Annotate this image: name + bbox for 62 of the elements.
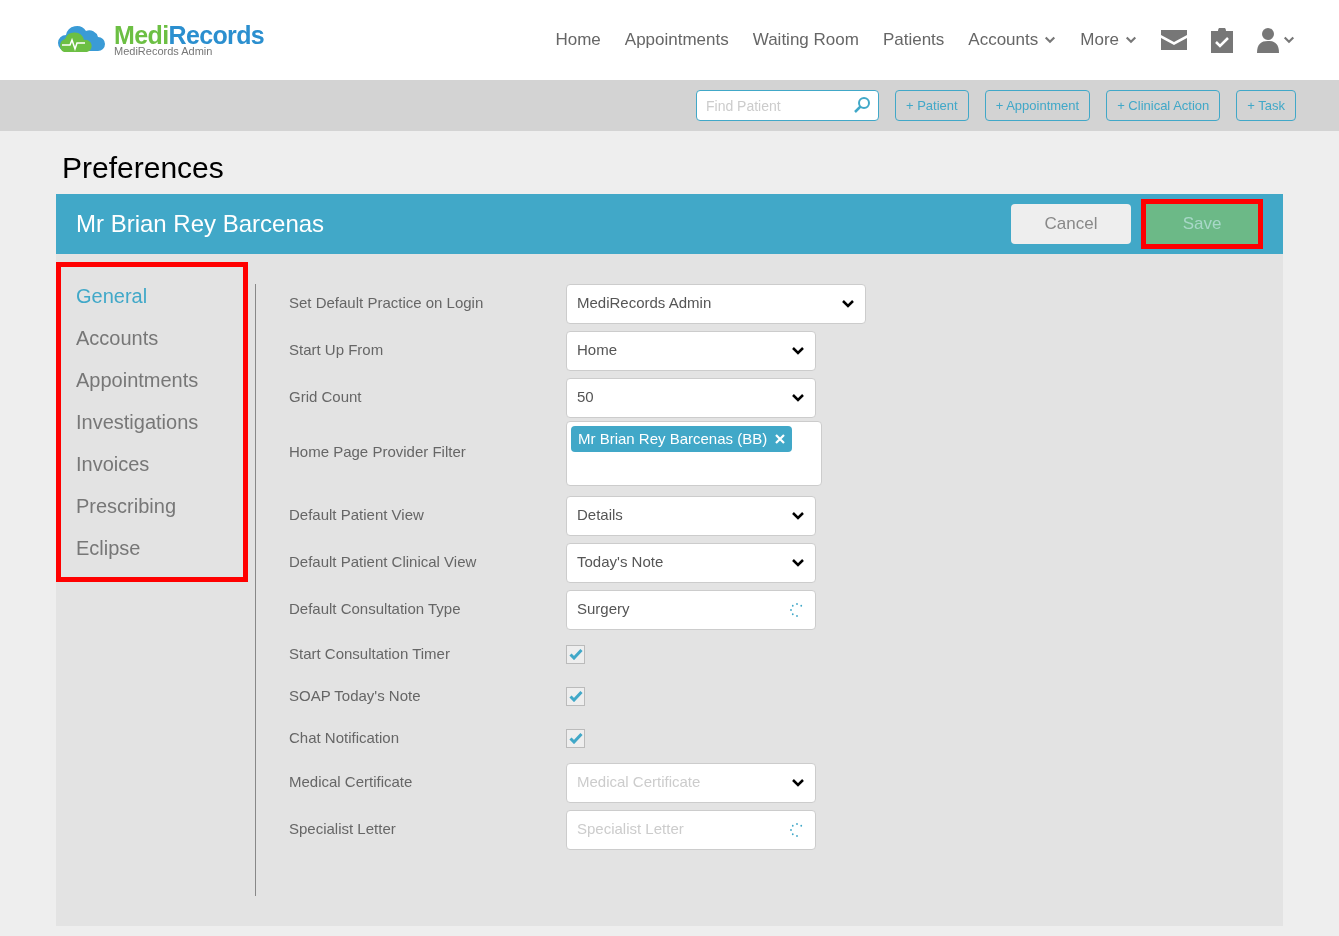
setting-label: Default Patient View	[289, 505, 425, 526]
nav-link[interactable]: Appointments	[624, 27, 729, 53]
setting-label: Grid Count	[289, 387, 363, 408]
cancel-button[interactable]: Cancel	[1011, 204, 1131, 244]
nav-link[interactable]: Accounts	[968, 27, 1057, 53]
tag-input-field[interactable]: Mr Brian Rey Barcenas (BB)	[566, 421, 822, 486]
setting-label: Medical Certificate	[289, 772, 414, 793]
select-field[interactable]: Home	[566, 330, 816, 371]
setting-label: Chat Notification	[289, 727, 401, 748]
sidebar-tab[interactable]: Accounts	[76, 324, 255, 366]
quick-add-button[interactable]: + Patient	[895, 90, 969, 121]
chevron-down-icon	[1283, 35, 1295, 45]
chevron-down-icon	[791, 557, 805, 568]
provider-tag: Mr Brian Rey Barcenas (BB)	[571, 426, 793, 452]
search-icon[interactable]	[854, 97, 870, 113]
cloud-heartbeat-logo-icon	[56, 25, 106, 55]
chevron-down-icon	[841, 298, 855, 309]
chevron-down-icon	[791, 392, 805, 403]
loading-spinner-icon	[789, 821, 805, 838]
chevron-down-icon	[1044, 35, 1057, 45]
setting-label: Specialist Letter	[289, 819, 397, 840]
page-title: Preferences	[61, 150, 225, 186]
setting-label: Start Consultation Timer	[289, 643, 451, 664]
loading-spinner-icon	[789, 601, 805, 618]
select-field[interactable]: 50	[566, 377, 816, 418]
select-field[interactable]: Today's Note	[566, 542, 816, 583]
checkbox[interactable]	[566, 644, 585, 664]
select-field[interactable]: Details	[566, 495, 816, 536]
sidebar-tab[interactable]: Invoices	[76, 450, 255, 492]
nav-link[interactable]: More	[1080, 27, 1137, 53]
input-field[interactable]: Surgery	[566, 589, 816, 630]
brand-name: MediRecords	[114, 23, 265, 48]
user-icon[interactable]	[1257, 27, 1279, 53]
quick-add-button[interactable]: + Clinical Action	[1106, 90, 1221, 121]
setting-label: Home Page Provider Filter	[289, 442, 467, 462]
sidebar-tab[interactable]: Prescribing	[76, 492, 255, 534]
chevron-down-icon	[791, 777, 805, 788]
mail-icon[interactable]	[1161, 30, 1187, 50]
remove-icon[interactable]	[775, 434, 786, 444]
sidebar-tab[interactable]: Appointments	[76, 366, 255, 408]
chevron-down-icon	[791, 345, 805, 356]
quick-add-button[interactable]: + Appointment	[984, 90, 1091, 121]
brand-subtitle: MediRecords Admin	[114, 46, 214, 57]
chevron-down-icon	[791, 510, 805, 521]
sidebar-tab[interactable]: General	[76, 282, 255, 324]
nav-link[interactable]: Patients	[882, 27, 945, 53]
sidebar-tab[interactable]: Investigations	[76, 408, 255, 450]
nav-link[interactable]: Home	[555, 27, 601, 53]
clipboard-check-icon[interactable]	[1211, 27, 1233, 53]
sidebar-tab[interactable]: Eclipse	[76, 534, 255, 576]
checkbox[interactable]	[566, 686, 585, 706]
select-field[interactable]: MediRecords Admin	[566, 283, 866, 324]
nav-link[interactable]: Waiting Room	[752, 27, 859, 53]
setting-label: SOAP Today's Note	[289, 685, 422, 706]
setting-label: Start Up From	[289, 340, 385, 361]
chevron-down-icon	[1125, 35, 1137, 45]
setting-label: Default Patient Clinical View	[289, 552, 478, 573]
setting-label: Default Consultation Type	[289, 599, 462, 620]
checkbox[interactable]	[566, 728, 585, 748]
quick-add-button[interactable]: + Task	[1236, 90, 1296, 121]
patient-name: Mr Brian Rey Barcenas	[76, 209, 325, 239]
setting-label: Set Default Practice on Login	[289, 293, 485, 314]
